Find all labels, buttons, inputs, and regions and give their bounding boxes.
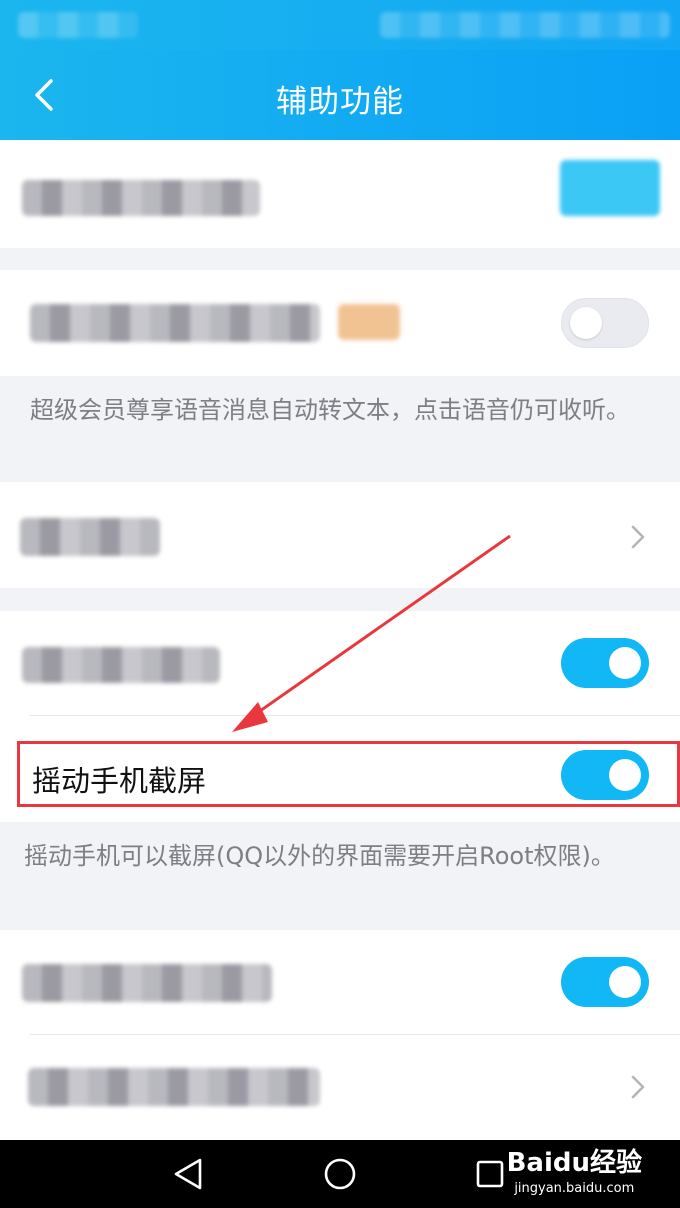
- nav-home-icon: [324, 1158, 356, 1190]
- nav-recents-button[interactable]: [470, 1154, 510, 1194]
- nav-back-button[interactable]: [168, 1154, 208, 1194]
- nav-home-button[interactable]: [320, 1154, 360, 1194]
- toggle-switch[interactable]: [561, 957, 649, 1007]
- redacted-label: [22, 964, 272, 1002]
- shake-description-note: 摇动手机可以截屏(QQ以外的界面需要开启Root权限)。: [24, 842, 615, 870]
- redacted-label: [28, 1068, 320, 1106]
- watermark-url: jingyan.baidu.com: [514, 1181, 635, 1196]
- chevron-right-icon[interactable]: [630, 1074, 646, 1100]
- watermark-logo: Baidu经验: [506, 1148, 642, 1178]
- settings-group-2: [0, 930, 680, 1140]
- divider: [30, 1034, 680, 1035]
- baidu-watermark: Baidu经验 jingyan.baidu.com: [507, 1142, 642, 1196]
- nav-recents-icon: [476, 1160, 504, 1188]
- nav-back-icon: [174, 1158, 202, 1190]
